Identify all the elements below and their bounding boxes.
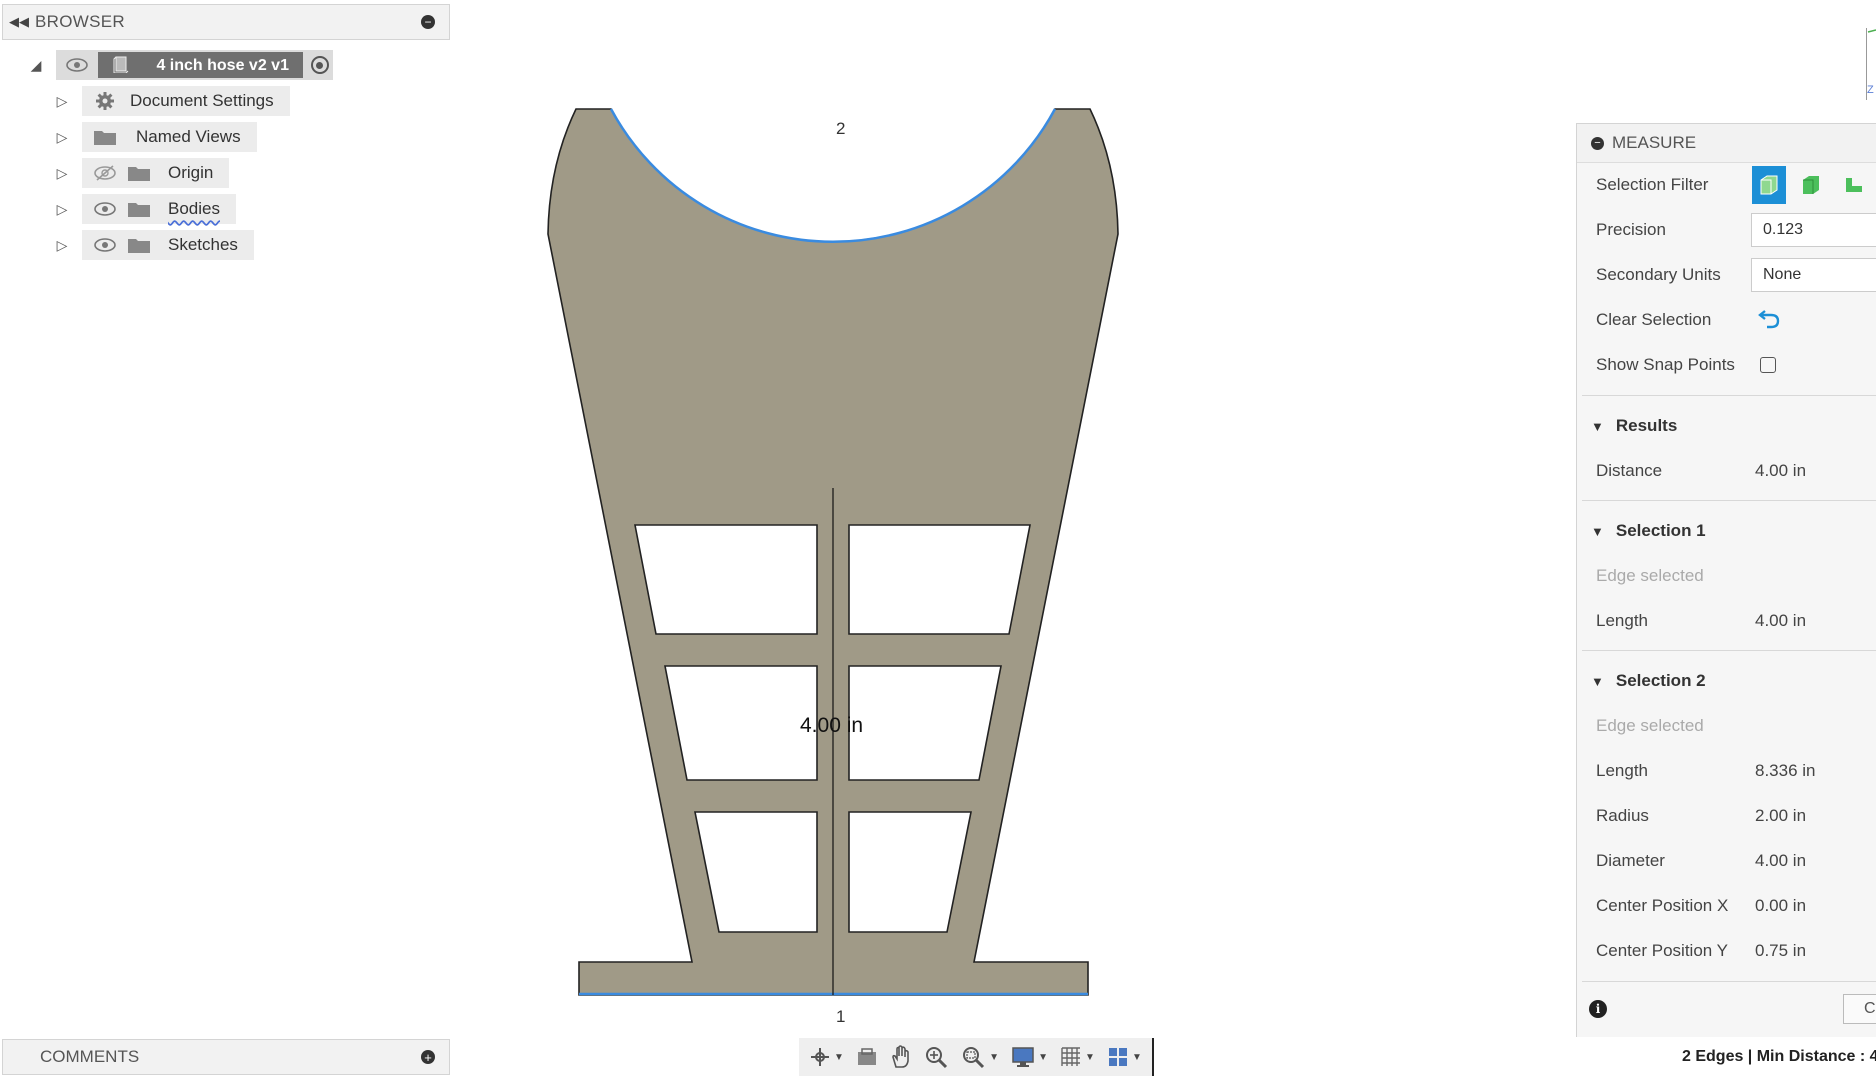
zoom-window-tool[interactable]: ▼ [960,1045,999,1069]
undo-arrow-icon [1758,309,1780,328]
window-cutout [664,665,818,781]
measure-header[interactable]: − MEASURE [1577,124,1876,163]
viewports-icon [1108,1048,1127,1066]
precision-row: Precision 0.123 [1577,210,1876,250]
secondary-units-row: Secondary Units None [1577,255,1876,295]
divider [1582,981,1876,982]
hand-icon [892,1045,909,1068]
look-at-icon [857,1048,876,1065]
selection1-length-label: Length [1596,611,1648,630]
viewports-tool[interactable]: ▼ [1107,1046,1142,1068]
selection2-radius-value: 2.00 in [1755,806,1807,825]
orbit-icon [811,1048,830,1066]
zoom-window-icon [963,1047,985,1069]
selection2-section-header[interactable]: ▼ Selection 2 [1577,661,1876,701]
selection2-diameter-value: 4.00 in [1755,851,1807,870]
selection2-center-x-row: Center Position X 0.00 in [1577,886,1876,926]
selection2-radius-row: Radius 2.00 in [1577,796,1876,836]
secondary-units-label: Secondary Units [1596,265,1721,284]
selection2-length-label: Length [1596,761,1648,780]
selection1-length-row: Length 4.00 in [1577,601,1876,641]
secondary-units-select[interactable]: None [1751,258,1876,292]
body-filter-icon [1760,175,1778,195]
window-cutout [848,665,1002,781]
section-collapse-icon: ▼ [1591,418,1604,434]
results-title: Results [1615,416,1678,435]
divider [1582,500,1876,501]
filter-body-button[interactable] [1752,166,1786,204]
selection2-diameter-row: Diameter 4.00 in [1577,841,1876,881]
selection2-length-row: Length 8.336 in [1577,751,1876,791]
grid-settings-tool[interactable]: ▼ [1060,1046,1095,1068]
filter-edge-button[interactable] [1836,166,1870,204]
zoom-tool[interactable] [924,1045,948,1069]
show-snap-points-checkbox[interactable] [1760,357,1776,373]
distance-label: Distance [1596,461,1663,480]
measure-panel: − MEASURE Selection Filter Precision 0.1… [1576,123,1876,1037]
measure-collapse-button[interactable]: − [1591,136,1604,150]
selection1-length-value: 4.00 in [1755,611,1807,630]
show-snap-points-label: Show Snap Points [1596,355,1735,374]
point-1-label: 1 [836,1007,846,1026]
viewcube-z-label: Z [1867,84,1874,96]
face-filter-icon [1803,176,1819,194]
comments-title: COMMENTS [40,1047,140,1066]
window-cutout [848,524,1031,635]
selection2-status-row: Edge selected [1577,706,1876,746]
point-2-label: 2 [836,119,846,138]
selection2-center-y-value: 0.75 in [1755,941,1807,960]
distance-row: Distance 4.00 in [1577,451,1876,491]
selection2-radius-label: Radius [1596,806,1649,825]
info-icon[interactable]: i [1589,1000,1607,1018]
filter-face-button[interactable] [1794,166,1828,204]
comments-panel[interactable]: COMMENTS + [2,1039,450,1075]
selection2-diameter-label: Diameter [1596,851,1665,870]
measure-title: MEASURE [1612,133,1697,152]
results-section-header[interactable]: ▼ Results [1577,406,1876,446]
selection1-title: Selection 1 [1615,521,1706,540]
clear-selection-button[interactable] [1757,307,1781,334]
section-collapse-icon: ▼ [1591,523,1604,539]
show-snap-points-row: Show Snap Points [1577,345,1876,385]
add-comment-button[interactable]: + [421,1050,435,1065]
selection2-center-y-row: Center Position Y 0.75 in [1577,931,1876,971]
monitor-icon [1012,1047,1034,1067]
display-settings-tool[interactable]: ▼ [1011,1046,1048,1068]
selection2-center-y-label: Center Position Y [1596,941,1728,960]
navigation-toolbar: ▼ ▼ ▼ ▼ ▼ [799,1038,1154,1076]
clear-selection-label: Clear Selection [1596,310,1712,329]
look-at-tool[interactable] [856,1047,878,1067]
divider [1582,395,1876,396]
divider [1582,650,1876,651]
distance-value: 4.00 in [1755,461,1807,480]
distance-dimension-label: 4.00 in [800,714,864,737]
window-cutout [634,524,818,635]
precision-label: Precision [1596,220,1666,239]
selection2-center-x-value: 0.00 in [1755,896,1807,915]
selection2-title: Selection 2 [1615,671,1706,690]
selection1-status: Edge selected [1596,566,1704,585]
orbit-tool[interactable]: ▼ [809,1046,844,1068]
selection1-status-row: Edge selected [1577,556,1876,596]
status-bar-text: 2 Edges | Min Distance : 4 [1682,1048,1876,1065]
clear-selection-row: Clear Selection [1577,300,1876,340]
section-collapse-icon: ▼ [1591,673,1604,689]
edge-filter-icon [1846,178,1862,192]
pan-tool[interactable] [890,1045,912,1069]
selection-filter-label: Selection Filter [1596,175,1709,194]
close-button[interactable]: C [1843,994,1876,1024]
selection1-section-header[interactable]: ▼ Selection 1 [1577,511,1876,551]
grid-icon [1061,1047,1081,1066]
zoom-icon [926,1047,948,1069]
selection-filter-row: Selection Filter [1577,165,1876,205]
selection2-length-value: 8.336 in [1755,761,1816,780]
selection2-status: Edge selected [1596,716,1704,735]
selection2-center-x-label: Center Position X [1596,896,1729,915]
precision-select[interactable]: 0.123 [1751,213,1876,247]
